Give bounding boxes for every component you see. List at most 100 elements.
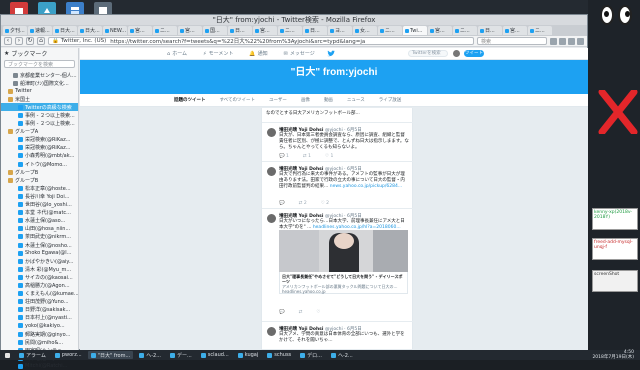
twitter-nav-messages[interactable]: ✉ メッセージ (284, 50, 315, 58)
browser-tab[interactable]: 速報... (28, 26, 52, 35)
avatar[interactable] (267, 214, 276, 223)
bookmark-item[interactable]: かばやかきい(@aiy... (1, 257, 78, 265)
browser-tab[interactable]: Twi... (403, 26, 427, 35)
bookmark-item[interactable]: 小森秀明(@mbt/ak... (1, 152, 78, 160)
like-icon[interactable]: ♡ (316, 310, 320, 315)
taskbar-task[interactable]: ヘ-2... (328, 351, 356, 359)
search-tab[interactable]: すべてのツイート (220, 97, 256, 103)
reply-icon[interactable]: 💬 1 (279, 154, 289, 159)
tweet-button[interactable]: ツイート (464, 50, 484, 57)
retweet-icon[interactable]: ⇄ 2 (299, 201, 307, 206)
bookmark-item[interactable]: 京都産業センター-個人... (1, 71, 78, 79)
bookmark-item[interactable]: yoko(@kakiyo... (1, 322, 78, 330)
bookmark-item[interactable]: 船津町(ﾅﾝ)国際文化... (1, 79, 78, 87)
browser-tab[interactable]: 宮... (503, 26, 527, 35)
forward-button[interactable]: › (15, 37, 23, 45)
bookmark-item[interactable]: 栄冠検索(@RiKaz... (1, 144, 78, 152)
like-icon[interactable]: ♡ 1 (325, 154, 333, 159)
search-tab[interactable]: ニュース (347, 97, 365, 103)
browser-tab[interactable]: 宮... (178, 26, 202, 35)
retweet-icon[interactable]: ⇄ 1 (303, 154, 311, 159)
browser-tab[interactable]: ニ... (528, 26, 552, 35)
bookmark-item[interactable]: 清木 彩(@Myu_m... (1, 265, 78, 273)
browser-tab[interactable]: 夕刊... (3, 26, 27, 35)
like-icon[interactable]: ♡ 2 (321, 201, 329, 206)
bookmark-item[interactable]: 山田(@hosa_niin... (1, 225, 78, 233)
twitter-bird-icon[interactable] (327, 50, 335, 58)
bookmark-item[interactable]: 水蓮土保(@aso... (1, 217, 78, 225)
bookmark-item[interactable]: 本堂 ネ代(@matc... (1, 209, 78, 217)
home-button[interactable]: ⌂ (37, 37, 45, 45)
bookmark-item[interactable]: 松本正章(@hoste... (1, 184, 78, 192)
sidebar-icon[interactable] (568, 37, 575, 45)
browser-tab[interactable]: 国... (203, 26, 227, 35)
bookmark-item[interactable]: Twitterの高級な検索 (1, 103, 78, 112)
url-bar[interactable]: 🔒 Twitter, Inc. (US) https://twitter.com… (48, 37, 474, 45)
reply-icon[interactable]: 💬 (279, 310, 285, 315)
clock[interactable]: 4:50 2018年7月19日(木) (592, 350, 634, 360)
browser-tab[interactable]: ヨ... (328, 26, 352, 35)
bookmark-item[interactable]: 米国土 (1, 95, 78, 103)
bookmark-item[interactable]: Twitter (1, 87, 78, 95)
bookmark-item[interactable]: 日野洋(@sakisak... (1, 306, 78, 314)
search-tab[interactable]: ユーザー (269, 97, 287, 103)
browser-tab[interactable]: ニ... (378, 26, 402, 35)
taskbar-task[interactable]: pworz... (52, 351, 85, 359)
twitter-nav-notifications[interactable]: 🔔 通知 (249, 50, 267, 58)
bookmark-item[interactable]: 事例 - ２つ以上検索... (1, 120, 78, 128)
twitter-nav-home[interactable]: ⌂ ホーム (167, 50, 187, 58)
taskbar-task[interactable]: "日大" from... (87, 351, 134, 359)
taskbar-task[interactable]: ヘ-2... (136, 351, 164, 359)
reply-icon[interactable]: 💬 (279, 201, 285, 206)
tweet[interactable]: 増田光晴 Yoji Dohsi @yjochi · 6月5日 日大がいつになった… (262, 210, 414, 322)
bookmark-item[interactable]: 茶田武史(@nikrm... (1, 233, 78, 241)
retweet-icon[interactable]: ⇄ (299, 310, 303, 315)
reload-button[interactable]: ↻ (26, 37, 34, 45)
avatar[interactable] (267, 128, 276, 137)
bookmark-item[interactable]: くまえもん(@kumae... (1, 290, 78, 298)
bookmark-item[interactable]: グループB (1, 176, 78, 184)
browser-tab[interactable]: NEW... (103, 26, 127, 35)
bookmark-search-input[interactable]: ブックマークを検索 (4, 60, 75, 68)
browser-tab[interactable]: 日大... (53, 26, 77, 35)
bookmark-item[interactable]: 事例 - ２つ以上検索... (1, 111, 78, 119)
tweet-link[interactable]: news.yahoo.co.jp/pickup/6284... (330, 184, 402, 189)
bookmark-item[interactable]: 木蓮土保(@nosho... (1, 241, 78, 249)
start-menu-button[interactable] (2, 351, 13, 359)
tweet[interactable]: 増田光晴 Yoji Dohsi @yjochi · 6月5日 日大が、日本第三者… (262, 124, 414, 162)
terminal-note[interactable]: kenny-xp(2018v-2018Y) (592, 208, 638, 230)
tweet[interactable]: 増田光晴 Yoji Dohsi @yjochi · 6月5日 日大で判行為に来大… (262, 163, 414, 209)
back-button[interactable]: ‹ (4, 37, 12, 45)
taskbar-task[interactable]: kugaj (235, 351, 262, 359)
taskbar-task[interactable]: schuss (264, 351, 294, 359)
bookmark-item[interactable]: 長谷川幸 Yoji Doi... (1, 192, 78, 200)
browser-tab[interactable]: ニ... (153, 26, 177, 35)
search-tab[interactable]: ライブ放送 (379, 97, 402, 103)
browser-tab[interactable]: 日... (303, 26, 327, 35)
browser-tab[interactable]: 宮... (128, 26, 152, 35)
search-box[interactable]: 検索 (477, 37, 547, 45)
avatar[interactable] (267, 327, 276, 336)
avatar[interactable] (267, 167, 276, 176)
bookmark-item[interactable]: Shoko Egawa(@l... (1, 249, 78, 257)
taskbar-task[interactable]: sclaud... (198, 351, 232, 359)
tweet[interactable]: 増田光晴 Yoji Dohsi @yjochi · 6月5日 日大アメ、学問の真… (262, 323, 414, 350)
bookmark-item[interactable]: 世田谷(@lo_yoshi... (1, 201, 78, 209)
browser-tab[interactable]: ニ... (453, 26, 477, 35)
bookmark-item[interactable]: グループB (1, 168, 78, 176)
browser-tab[interactable]: ニ... (278, 26, 302, 35)
browser-tab[interactable]: 女... (353, 26, 377, 35)
tweet[interactable]: なのでとする日大アメリカンフットボール部... (262, 108, 414, 123)
bookmark-item[interactable]: 日本村上(@nyasti... (1, 314, 78, 322)
bookmark-item[interactable]: Mitchi(@Ratchi... (1, 362, 78, 370)
link-card[interactable]: 日大"理事長兼任"やめさせて"どうして日大を問う" - デイリースポーツ アメリ… (279, 272, 408, 294)
bookmark-item[interactable]: サイカの(@kaosai... (1, 273, 78, 281)
bookmark-item[interactable]: 荘田茂野(@Yuno... (1, 298, 78, 306)
search-tab[interactable]: 動画 (324, 97, 333, 103)
browser-tab[interactable]: 宮... (428, 26, 452, 35)
close-x-icon[interactable] (598, 90, 638, 134)
bookmark-item[interactable]: 郵路実期(@ginyo... (1, 330, 78, 338)
taskbar-task[interactable]: デロ... (297, 351, 325, 359)
bookmark-item[interactable]: グループA (1, 128, 78, 136)
terminal-note[interactable]: freed-add-mysql-unqj-f (592, 238, 638, 260)
